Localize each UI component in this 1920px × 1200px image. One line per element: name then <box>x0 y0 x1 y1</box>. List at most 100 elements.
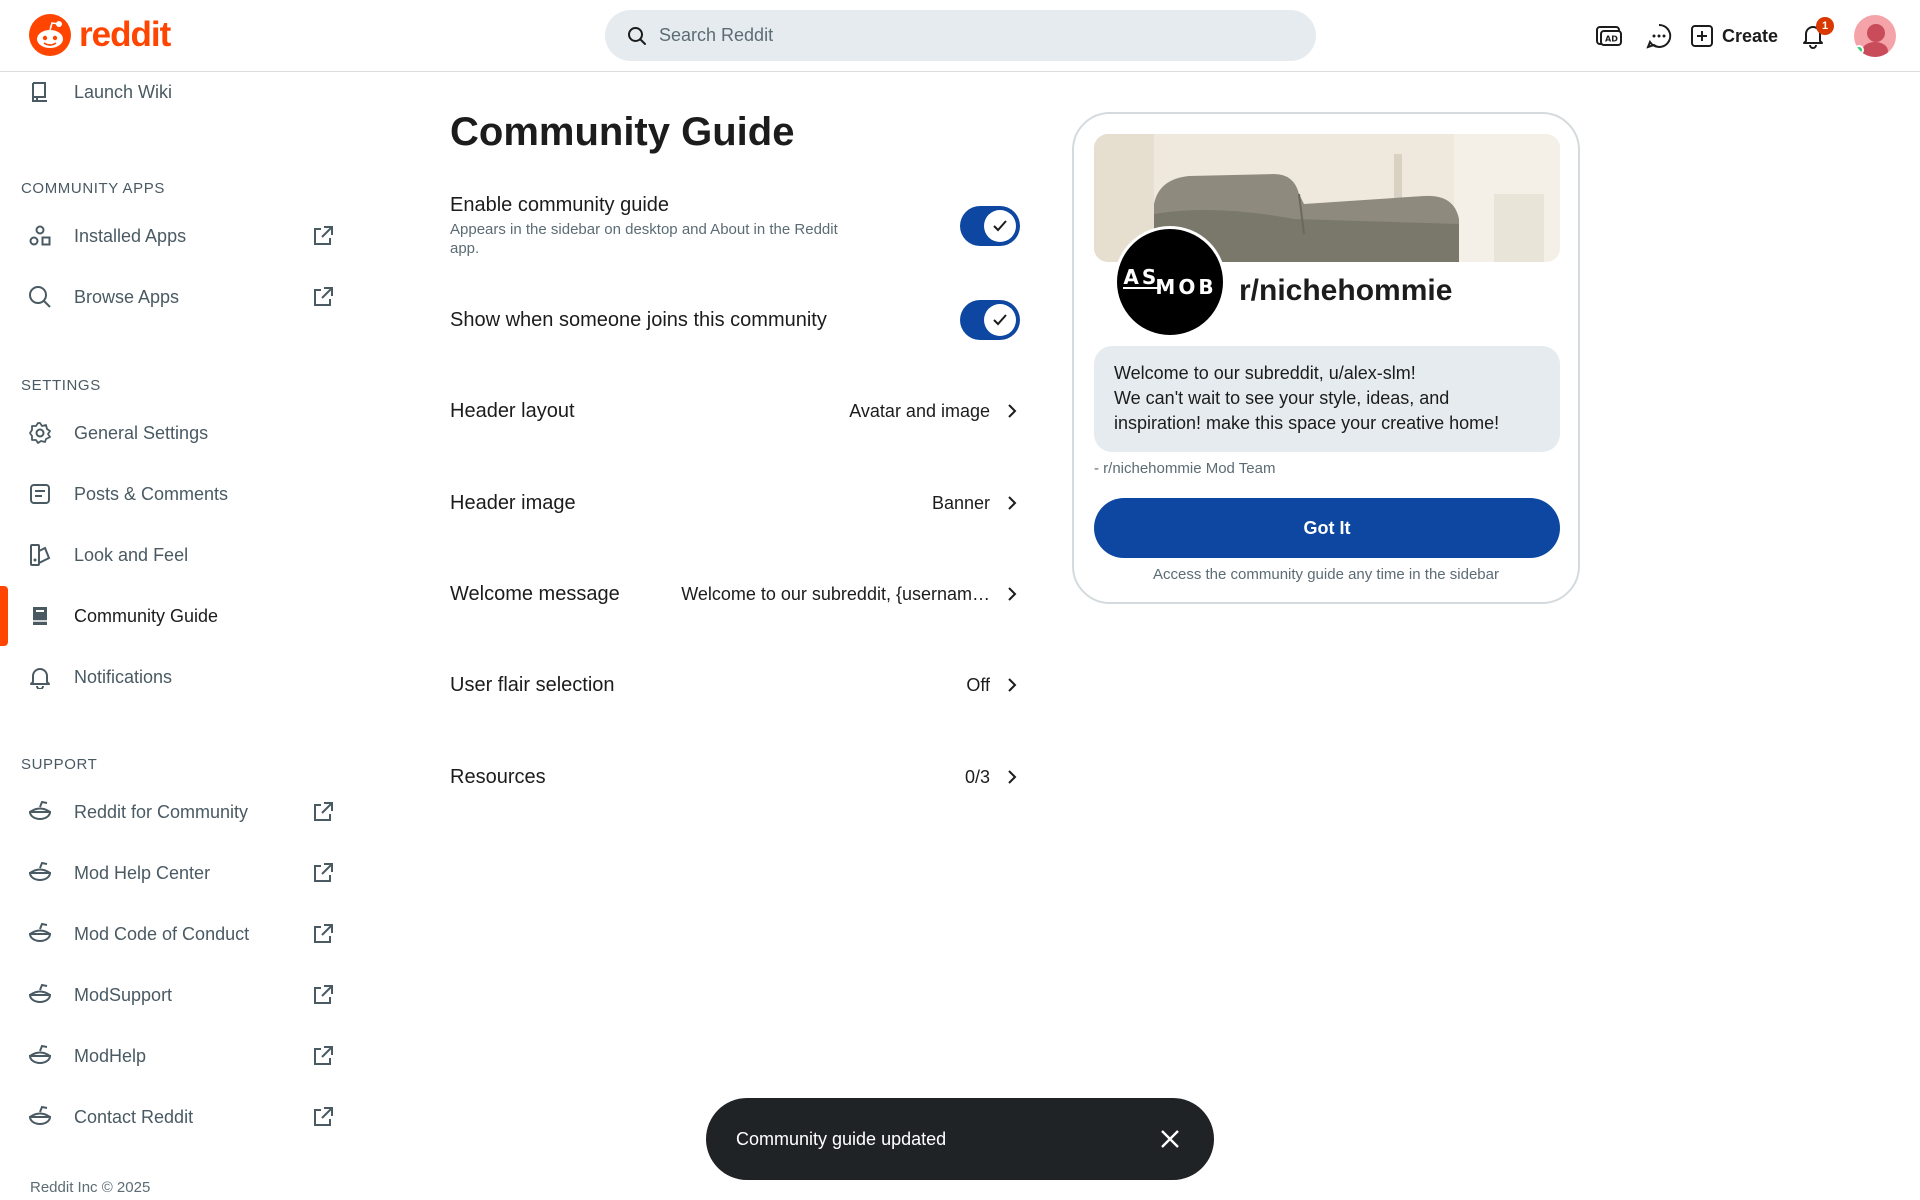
check-icon <box>984 304 1016 336</box>
sidebar-item-community-guide[interactable]: Community Guide <box>0 588 355 644</box>
logo-text: reddit <box>79 15 171 54</box>
user-flair-row[interactable]: User flair selection Off <box>450 665 1030 705</box>
sidebar-item-browse-apps[interactable]: Browse Apps <box>0 269 355 325</box>
bell-icon <box>27 664 53 690</box>
copyright: Reddit Inc © 2025 <box>30 1179 151 1196</box>
sidebar-item-posts-comments[interactable]: Posts & Comments <box>0 466 355 522</box>
community-guide-preview: AS MOB r/nichehommie Welcome to our subr… <box>1072 112 1580 604</box>
enable-guide-sublabel: Appears in the sidebar on desktop and Ab… <box>450 221 838 257</box>
sidebar-item-label: General Settings <box>74 422 209 443</box>
sidebar-item-modsupport[interactable]: ModSupport <box>0 967 355 1023</box>
welcome-line-2: We can't wait to see your style, ideas, … <box>1114 388 1450 408</box>
sidebar-item-label: Notifications <box>74 666 173 687</box>
sidebar-item-label: Look and Feel <box>74 544 189 565</box>
sidebar-item-modhelp[interactable]: ModHelp <box>0 1028 355 1084</box>
sidebar-item-label: Launch Wiki <box>74 81 173 102</box>
section-title-community-apps: COMMUNITY APPS <box>21 180 165 197</box>
sidebar-item-mod-code-of-conduct[interactable]: Mod Code of Conduct <box>0 906 355 962</box>
show-joins-label: Show when someone joins this community <box>450 309 827 331</box>
search-icon <box>27 284 53 310</box>
external-link-icon <box>310 982 336 1008</box>
snoo-icon <box>27 1043 53 1069</box>
header-image-row[interactable]: Header image Banner <box>450 483 1030 523</box>
welcome-bubble: Welcome to our subreddit, u/alex-slm! We… <box>1094 346 1560 452</box>
toast-notification: Community guide updated <box>706 1098 1214 1180</box>
welcome-line-1: Welcome to our subreddit, u/alex-slm! <box>1114 363 1416 383</box>
section-title-settings: SETTINGS <box>21 377 101 394</box>
chat-icon <box>1646 23 1672 49</box>
chevron-right-icon <box>1000 673 1024 697</box>
row-label: Welcome message <box>450 582 620 605</box>
snoo-logo-icon <box>29 14 71 56</box>
show-joins-toggle[interactable] <box>960 300 1020 340</box>
create-label: Create <box>1721 25 1778 46</box>
sidebar-item-label: Reddit for Community <box>74 801 249 822</box>
sidebar-item-contact-reddit[interactable]: Contact Reddit <box>0 1089 355 1145</box>
gear-icon <box>27 420 53 446</box>
snoo-icon <box>27 860 53 886</box>
close-icon[interactable] <box>1156 1125 1184 1153</box>
welcome-message-row[interactable]: Welcome message Welcome to our subreddit… <box>450 574 1030 614</box>
section-title-support: SUPPORT <box>21 756 98 773</box>
row-label: Header layout <box>450 399 575 422</box>
show-joins-row: Show when someone joins this community <box>450 299 1030 341</box>
paint-icon <box>27 542 53 568</box>
external-link-icon <box>310 1043 336 1069</box>
sidebar-item-label: Installed Apps <box>74 225 187 246</box>
header-layout-row[interactable]: Header layout Avatar and image <box>450 391 1030 431</box>
svg-text:AD: AD <box>1605 35 1618 44</box>
apps-icon <box>27 223 53 249</box>
notifications-button[interactable]: 1 <box>1788 11 1838 61</box>
chevron-right-icon <box>1000 399 1024 423</box>
sidebar: Launch Wiki COMMUNITY APPS Installed App… <box>0 72 355 1200</box>
reddit-logo[interactable]: reddit <box>29 14 171 56</box>
user-avatar[interactable] <box>1854 15 1896 57</box>
create-button[interactable]: Create <box>1690 24 1778 48</box>
community-name: r/nichehommie <box>1239 274 1453 307</box>
sidebar-item-label: Browse Apps <box>74 286 180 307</box>
sidebar-item-label: ModHelp <box>74 1045 147 1066</box>
row-value: Welcome to our subreddit, {usernam… <box>681 583 990 604</box>
create-icon <box>1690 25 1713 47</box>
sidebar-item-look-and-feel[interactable]: Look and Feel <box>0 527 355 583</box>
sidebar-item-reddit-for-community[interactable]: Reddit for Community <box>0 784 355 840</box>
enable-guide-label: Enable community guide <box>450 194 670 216</box>
sidebar-item-label: Community Guide <box>74 605 219 626</box>
got-it-button[interactable]: Got It <box>1094 498 1560 558</box>
external-link-icon <box>310 799 336 825</box>
sidebar-item-launch-wiki[interactable]: Launch Wiki <box>0 64 355 120</box>
chevron-right-icon <box>1000 582 1024 606</box>
sidebar-item-label: ModSupport <box>74 984 173 1005</box>
sidebar-item-notifications[interactable]: Notifications <box>0 649 355 705</box>
notification-badge: 1 <box>1816 17 1834 35</box>
enable-guide-toggle[interactable] <box>960 206 1020 246</box>
external-link-icon <box>310 921 336 947</box>
row-value: Banner <box>931 492 990 513</box>
posts-icon <box>27 481 53 507</box>
guide-icon <box>27 603 53 629</box>
external-link-icon <box>310 1104 336 1130</box>
search-icon <box>628 26 646 45</box>
snoo-icon <box>27 921 53 947</box>
sidebar-item-label: Mod Code of Conduct <box>74 923 250 944</box>
chevron-right-icon <box>1000 765 1024 789</box>
search-bar[interactable]: Search Reddit <box>605 10 1316 61</box>
sidebar-item-general-settings[interactable]: General Settings <box>0 405 355 461</box>
mod-team-signature: - r/nichehommie Mod Team <box>1094 460 1276 477</box>
advertise-button[interactable]: AD <box>1584 11 1634 61</box>
snoo-icon <box>27 1104 53 1130</box>
resources-row[interactable]: Resources 0/3 <box>450 757 1030 797</box>
row-label: Resources <box>450 765 546 788</box>
advertise-icon: AD <box>1595 26 1622 46</box>
community-avatar: AS MOB <box>1114 226 1226 338</box>
enable-guide-row: Enable community guide Appears in the si… <box>450 194 1030 264</box>
sidebar-item-installed-apps[interactable]: Installed Apps <box>0 208 355 264</box>
access-note: Access the community guide any time in t… <box>1152 566 1499 583</box>
sidebar-item-mod-help-center[interactable]: Mod Help Center <box>0 845 355 901</box>
snoo-icon <box>27 799 53 825</box>
row-label: User flair selection <box>450 673 615 696</box>
row-value: 0/3 <box>964 766 990 787</box>
chevron-right-icon <box>1000 491 1024 515</box>
chat-button[interactable] <box>1634 11 1684 61</box>
sidebar-item-label: Posts & Comments <box>74 483 229 504</box>
